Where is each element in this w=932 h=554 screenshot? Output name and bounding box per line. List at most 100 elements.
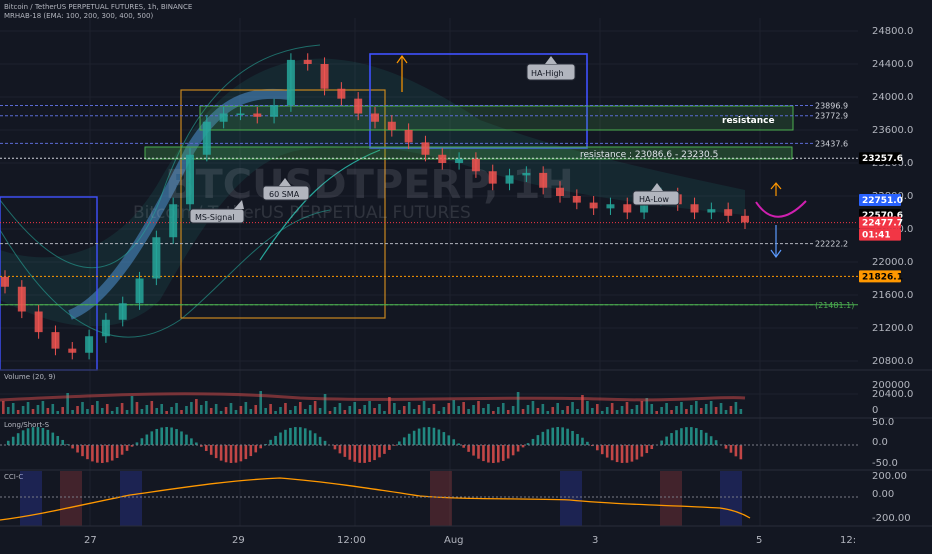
volume-bar: [22, 406, 25, 414]
volume-bar: [294, 406, 297, 414]
volume-bar: [497, 407, 500, 414]
ls-bar: [155, 429, 158, 445]
ls-bar: [685, 427, 688, 445]
ls-bar: [17, 433, 20, 445]
volume-bar: [12, 403, 15, 414]
ls-bar: [309, 430, 312, 445]
price-tick-label: 20800.0: [872, 356, 913, 367]
indicator-title: MRHAB-18 (EMA: 100, 200, 300, 400, 500): [4, 12, 153, 20]
ls-bar: [576, 434, 579, 445]
ls-bar: [373, 445, 376, 460]
ls-bar: [636, 445, 639, 460]
pane-tick-label: 200000: [872, 380, 910, 391]
candle-body: [724, 209, 732, 216]
ls-bar: [91, 445, 94, 461]
volume-bar: [571, 402, 574, 414]
volume-bar: [304, 409, 307, 414]
volume-bar: [363, 405, 366, 414]
volume-bar: [740, 409, 743, 414]
volume-bar: [274, 411, 277, 414]
volume-bar: [393, 403, 396, 414]
volume-bar: [111, 411, 114, 414]
volume-bar: [319, 408, 322, 414]
ls-bar: [561, 427, 564, 445]
ls-bar: [141, 438, 144, 445]
volume-bar: [665, 403, 668, 414]
volume-bar: [116, 407, 119, 414]
volume-bar: [368, 401, 371, 414]
volume-bar: [32, 409, 35, 414]
ls-bar: [740, 445, 743, 459]
volume-bar: [284, 403, 287, 414]
pane-tick-label: 50.0: [872, 417, 894, 428]
volume-bar: [131, 396, 134, 414]
ls-bar: [363, 445, 366, 463]
volume-bar: [636, 405, 639, 414]
chart-canvas[interactable]: 23896.923772.923437.622222.2(21481.1) BT…: [0, 0, 932, 550]
volume-bar: [250, 409, 253, 414]
volume-bar: [101, 408, 104, 414]
volume-bar: [264, 408, 267, 414]
volume-bar: [254, 405, 257, 414]
volume-bar: [47, 408, 50, 414]
ls-bar: [492, 445, 495, 463]
volume-bar: [418, 405, 421, 414]
volume-bar: [96, 401, 99, 414]
ls-bar: [368, 445, 371, 462]
level-label: 23437.6: [815, 139, 848, 148]
volume-bar: [561, 410, 564, 414]
ls-bar: [675, 430, 678, 445]
volume-bar: [443, 407, 446, 414]
candle-body: [1, 277, 9, 287]
candle-body: [590, 203, 598, 209]
volume-bar: [42, 401, 45, 414]
price-tag-label: 01:41: [862, 231, 891, 241]
cci-zone: [60, 471, 82, 526]
ls-bar: [334, 445, 337, 449]
volume-bar: [735, 402, 738, 414]
candle-body: [253, 114, 261, 117]
price-tick-label: 21200.0: [872, 323, 913, 334]
ls-bar: [547, 429, 550, 445]
volume-bar: [517, 392, 520, 414]
ha-low-label: HA-Low: [639, 195, 669, 204]
candle-body: [51, 332, 59, 349]
volume-bar: [710, 401, 713, 414]
volume-bar: [655, 411, 658, 414]
ls-bar: [700, 430, 703, 445]
price-tag-label: 23257.6: [862, 154, 903, 164]
volume-bar: [195, 399, 198, 414]
volume-bar: [81, 402, 84, 414]
candle-body: [85, 336, 93, 353]
candle-body: [489, 171, 497, 183]
candle-body: [203, 122, 211, 155]
volume-bar: [547, 411, 550, 414]
ls-bar: [507, 445, 510, 458]
volume-bar: [353, 402, 356, 414]
cci-zone: [430, 471, 452, 526]
volume-bar: [606, 407, 609, 414]
candle-body: [438, 155, 446, 163]
volume-bar: [730, 406, 733, 414]
volume-bar: [700, 408, 703, 414]
ls-bar: [725, 445, 728, 449]
ls-bar: [418, 429, 421, 445]
candle-body: [506, 175, 514, 183]
candle-body: [270, 105, 278, 117]
volume-bar: [670, 410, 673, 414]
volume-bar: [146, 405, 149, 414]
ls-bar: [601, 445, 604, 454]
volume-bar: [462, 402, 465, 414]
volume-bar: [378, 404, 381, 414]
volume-bar: [551, 407, 554, 414]
volume-bar: [210, 408, 213, 414]
ls-bar: [106, 445, 109, 462]
volume-bar: [641, 401, 644, 414]
ls-bar: [121, 445, 124, 455]
ls-bar: [299, 427, 302, 445]
volume-bar: [448, 403, 451, 414]
volume-bar: [136, 402, 139, 414]
volume-bar: [235, 410, 238, 414]
ls-bar: [96, 445, 99, 463]
ls-bar: [705, 433, 708, 445]
